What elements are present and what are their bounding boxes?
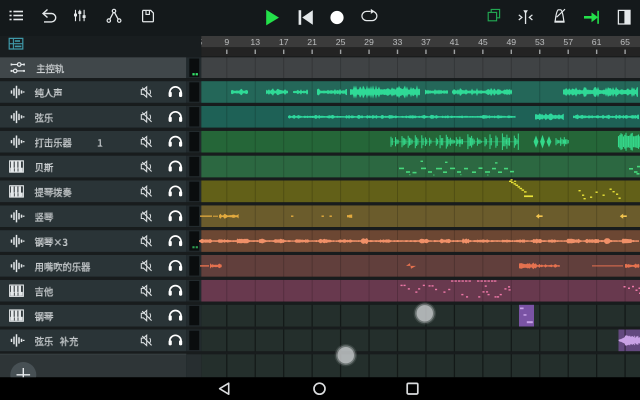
svg-text:61: 61 [592,37,602,47]
svg-text:33: 33 [393,37,403,47]
svg-text:49: 49 [506,37,516,47]
svg-text:21: 21 [307,37,317,47]
svg-text:53: 53 [535,37,545,47]
svg-text:25: 25 [336,37,346,47]
svg-text:9: 9 [224,37,229,47]
svg-text:37: 37 [421,37,431,47]
svg-text:41: 41 [450,37,460,47]
svg-text:45: 45 [478,37,488,47]
svg-text:13: 13 [250,37,260,47]
svg-text:65: 65 [620,37,630,47]
svg-text:17: 17 [279,37,289,47]
svg-text:29: 29 [364,37,374,47]
svg-text:57: 57 [563,37,573,47]
